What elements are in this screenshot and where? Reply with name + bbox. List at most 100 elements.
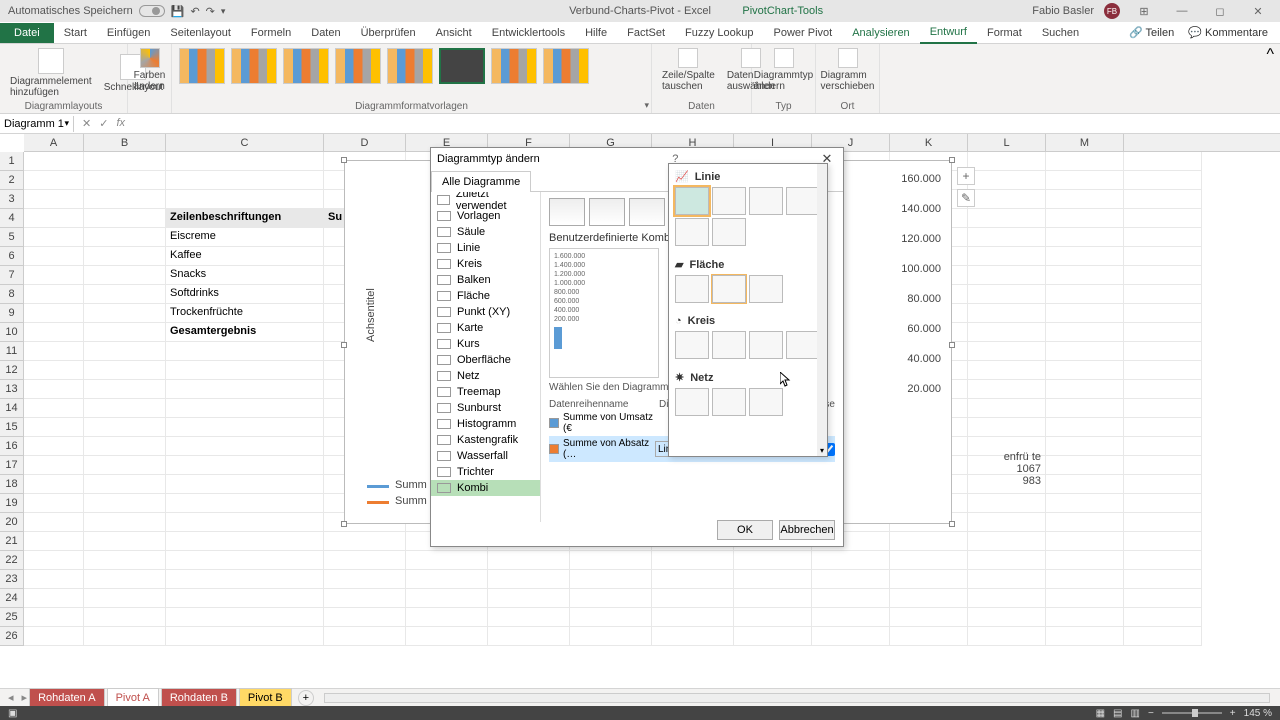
cell[interactable] <box>406 589 488 608</box>
cell[interactable] <box>968 209 1046 228</box>
cell[interactable] <box>652 570 734 589</box>
cell[interactable] <box>24 361 84 380</box>
autosave-toggle[interactable] <box>139 5 165 17</box>
row-header[interactable]: 19 <box>0 494 24 513</box>
cell[interactable] <box>1046 342 1124 361</box>
radar-type-3[interactable] <box>749 388 783 416</box>
cell[interactable] <box>968 589 1046 608</box>
cell[interactable] <box>1124 513 1202 532</box>
chart-style-5[interactable] <box>387 48 433 84</box>
name-box[interactable]: Diagramm 1▾ <box>0 116 74 132</box>
sheet-rohdaten-b[interactable]: Rohdaten B <box>161 688 237 708</box>
cell[interactable] <box>570 608 652 627</box>
cell[interactable] <box>968 342 1046 361</box>
zoom-level[interactable]: 145 % <box>1244 708 1272 719</box>
cell[interactable] <box>968 323 1046 342</box>
cell[interactable] <box>24 285 84 304</box>
cell[interactable] <box>24 494 84 513</box>
cell[interactable] <box>1046 209 1124 228</box>
cell[interactable] <box>1046 380 1124 399</box>
tab-powerpivot[interactable]: Power Pivot <box>764 23 843 43</box>
cell[interactable]: Eiscreme <box>166 228 324 247</box>
cell[interactable] <box>406 627 488 646</box>
cell[interactable] <box>24 228 84 247</box>
comments-button[interactable]: 💬 Kommentare <box>1188 26 1268 39</box>
cell[interactable] <box>324 532 406 551</box>
maximize-icon[interactable]: ◻ <box>1206 5 1234 18</box>
col-header-K[interactable]: K <box>890 134 968 151</box>
cell[interactable] <box>1124 570 1202 589</box>
cell[interactable]: Trockenfrüchte <box>166 304 324 323</box>
cell[interactable] <box>570 589 652 608</box>
cell[interactable] <box>166 608 324 627</box>
chart-category-zuletztverwendet[interactable]: Zuletzt verwendet <box>431 192 540 208</box>
zoom-slider[interactable] <box>1162 712 1222 714</box>
cell[interactable] <box>166 456 324 475</box>
move-chart-button[interactable]: Diagramm verschieben <box>822 46 873 94</box>
cancel-fx-icon[interactable]: ✕ <box>82 117 91 130</box>
chart-category-sunburst[interactable]: Sunburst <box>431 400 540 416</box>
row-header[interactable]: 16 <box>0 437 24 456</box>
cell[interactable] <box>84 304 166 323</box>
cell[interactable] <box>570 627 652 646</box>
cell[interactable] <box>1046 532 1124 551</box>
cell[interactable] <box>84 513 166 532</box>
chart-style-2[interactable] <box>231 48 277 84</box>
record-macro-icon[interactable]: ▣ <box>8 708 17 719</box>
tab-fuzzy[interactable]: Fuzzy Lookup <box>675 23 763 43</box>
cell[interactable] <box>1046 570 1124 589</box>
cell[interactable] <box>84 627 166 646</box>
chart-category-balken[interactable]: Balken <box>431 272 540 288</box>
cell[interactable] <box>1124 152 1202 171</box>
cell[interactable] <box>84 494 166 513</box>
chart-brush-icon[interactable]: ✎ <box>957 189 975 207</box>
undo-icon[interactable]: ↶ <box>190 5 199 18</box>
cell[interactable] <box>24 247 84 266</box>
cell[interactable] <box>968 608 1046 627</box>
cell[interactable] <box>166 475 324 494</box>
cell[interactable] <box>84 247 166 266</box>
row-header[interactable]: 3 <box>0 190 24 209</box>
cell[interactable] <box>968 513 1046 532</box>
horizontal-scrollbar[interactable] <box>324 693 1270 703</box>
cell[interactable] <box>968 494 1046 513</box>
cell[interactable] <box>968 532 1046 551</box>
tab-entwurf[interactable]: Entwurf <box>920 22 977 44</box>
cell[interactable] <box>1124 171 1202 190</box>
chart-category-histogramm[interactable]: Histogramm <box>431 416 540 432</box>
cell[interactable] <box>166 190 324 209</box>
radar-type-1[interactable] <box>675 388 709 416</box>
cell[interactable] <box>734 570 812 589</box>
change-colors-button[interactable]: Farben ändern <box>134 46 165 94</box>
radar-type-2[interactable] <box>712 388 746 416</box>
cell[interactable] <box>406 570 488 589</box>
cell[interactable] <box>324 627 406 646</box>
cell[interactable] <box>812 608 890 627</box>
line-type-5[interactable] <box>675 218 709 246</box>
tab-datei[interactable]: Datei <box>0 23 54 43</box>
cell[interactable] <box>324 589 406 608</box>
chart-style-4[interactable] <box>335 48 381 84</box>
cell[interactable] <box>1046 513 1124 532</box>
cell[interactable] <box>84 437 166 456</box>
cell[interactable] <box>24 190 84 209</box>
row-header[interactable]: 4 <box>0 209 24 228</box>
cell[interactable] <box>24 513 84 532</box>
cell[interactable] <box>166 361 324 380</box>
cell[interactable]: Snacks <box>166 266 324 285</box>
cell[interactable] <box>812 570 890 589</box>
cell[interactable] <box>1046 190 1124 209</box>
cell[interactable]: Zeilenbeschriftungen <box>166 209 324 228</box>
cell[interactable] <box>166 494 324 513</box>
cell[interactable] <box>24 323 84 342</box>
cell[interactable] <box>488 627 570 646</box>
cell[interactable] <box>84 532 166 551</box>
cell[interactable] <box>84 589 166 608</box>
chart-category-kombi[interactable]: Kombi <box>431 480 540 496</box>
cell[interactable] <box>1046 171 1124 190</box>
row-header[interactable]: 7 <box>0 266 24 285</box>
cell[interactable] <box>1046 152 1124 171</box>
chart-category-oberflche[interactable]: Oberfläche <box>431 352 540 368</box>
cell[interactable] <box>1124 589 1202 608</box>
tab-ueberpruefen[interactable]: Überprüfen <box>351 23 426 43</box>
